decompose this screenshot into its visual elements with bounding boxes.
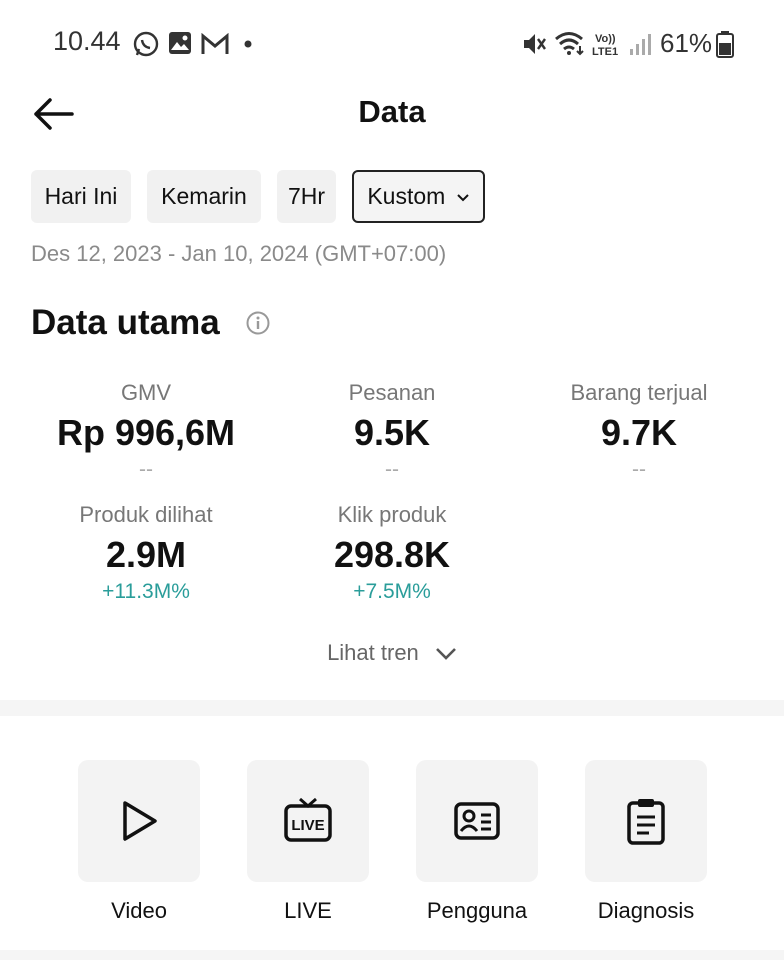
section-title: Data utama	[31, 303, 220, 342]
metric-value: 2.9M	[105, 534, 187, 575]
gmail-icon	[201, 33, 229, 54]
metric-value: Rp 996,6M	[56, 412, 236, 453]
status-bar: 10.44 Vo)) LTE1 61%	[0, 0, 784, 86]
diagnosis-label: Diagnosis	[597, 898, 695, 923]
metric-change: +11.3M%	[102, 580, 190, 603]
play-icon	[123, 801, 157, 841]
image-icon	[169, 32, 191, 54]
battery-percent: 61%	[660, 28, 713, 58]
metric-value: 9.7K	[600, 412, 678, 453]
see-trend-button[interactable]: Lihat tren	[0, 640, 784, 666]
diagnosis-tile[interactable]	[585, 760, 707, 882]
users-label: Pengguna	[426, 898, 528, 923]
info-icon[interactable]	[246, 311, 270, 335]
chevron-down-icon	[436, 648, 456, 661]
page-title: Data	[358, 94, 426, 129]
wifi-icon	[555, 32, 584, 56]
filter-7days-button[interactable]: 7Hr	[277, 170, 336, 223]
metric-value: 9.5K	[353, 412, 431, 453]
section-divider	[0, 700, 784, 716]
top-bar: Data	[0, 86, 784, 146]
mute-icon	[524, 34, 546, 54]
filter-custom-label: Kustom	[367, 183, 446, 209]
clipboard-icon	[627, 799, 665, 845]
chevron-down-icon	[456, 194, 469, 202]
metric-change: --	[385, 458, 399, 481]
metric-change: --	[632, 458, 646, 481]
metric-change: --	[139, 458, 153, 481]
metric-label: Produk dilihat	[79, 502, 213, 527]
live-label: LIVE	[284, 898, 332, 923]
bottom-divider	[0, 950, 784, 960]
metric-label: GMV	[120, 380, 172, 405]
live-tv-icon: LIVE	[284, 797, 332, 842]
metric-value: 298.8K	[333, 534, 451, 575]
date-range: Des 12, 2023 - Jan 10, 2024 (GMT+07:00)	[31, 241, 447, 266]
metric-orders[interactable]: Pesanan 9.5K --	[262, 380, 522, 484]
signal-icon	[630, 34, 651, 55]
filter-today-button[interactable]: Hari Ini	[31, 170, 131, 223]
battery-icon	[716, 31, 734, 58]
dot-icon	[244, 40, 252, 48]
live-tile[interactable]: LIVE	[247, 760, 369, 882]
whatsapp-icon	[133, 31, 159, 57]
filter-yesterday-button[interactable]: Kemarin	[147, 170, 261, 223]
metric-items-sold[interactable]: Barang terjual 9.7K --	[509, 380, 769, 484]
users-tile[interactable]	[416, 760, 538, 882]
svg-text:Vo)): Vo))	[595, 33, 616, 45]
metric-label: Barang terjual	[570, 380, 708, 405]
video-label: Video	[111, 898, 167, 923]
metric-product-clicks[interactable]: Klik produk 298.8K +7.5M%	[262, 502, 522, 606]
svg-text:LTE1: LTE1	[592, 46, 618, 58]
filter-custom-dropdown[interactable]: Kustom	[352, 170, 485, 223]
metric-label: Klik produk	[337, 502, 447, 527]
see-trend-label: Lihat tren	[327, 640, 419, 665]
id-card-icon	[454, 802, 500, 840]
metric-product-views[interactable]: Produk dilihat 2.9M +11.3M%	[16, 502, 276, 606]
metric-change: +7.5M%	[353, 580, 431, 603]
status-time: 10.44	[53, 26, 121, 56]
metric-label: Pesanan	[348, 380, 436, 405]
svg-text:LIVE: LIVE	[291, 817, 324, 834]
video-tile[interactable]	[78, 760, 200, 882]
metric-gmv[interactable]: GMV Rp 996,6M --	[16, 380, 276, 484]
volte-icon: Vo))LTE1	[592, 33, 618, 58]
